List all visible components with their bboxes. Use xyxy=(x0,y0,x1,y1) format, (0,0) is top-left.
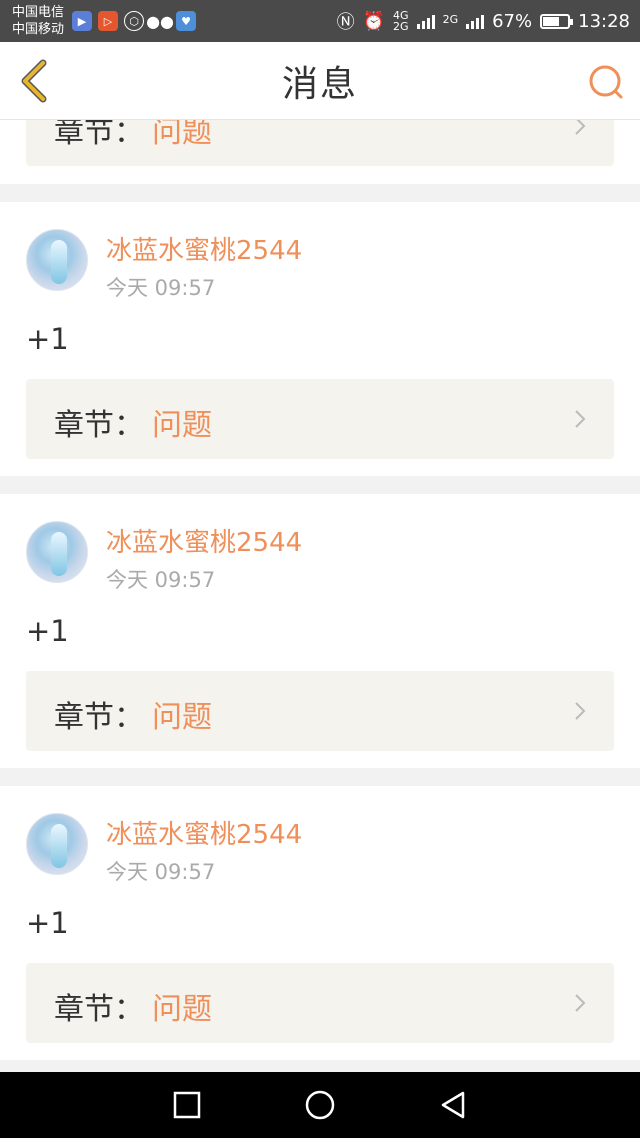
timestamp: 今天 09:57 xyxy=(106,568,216,592)
comment-text: +1 xyxy=(26,614,69,648)
battery-icon xyxy=(540,13,574,29)
search-button[interactable] xyxy=(586,62,626,102)
heart-app-icon: ♥ xyxy=(176,11,197,31)
battery-level xyxy=(543,16,560,26)
chapter-label: 章节： xyxy=(54,700,144,735)
carrier-1: 中国电信 xyxy=(12,5,65,20)
status-left: 中国电信 中国移动 ▶ ▷ ⬡ ●● ♥ xyxy=(12,4,197,38)
square-icon xyxy=(173,1091,200,1119)
chevron-left-icon xyxy=(21,59,47,103)
timestamp: 今天 09:57 xyxy=(106,276,216,300)
avatar[interactable] xyxy=(26,521,88,583)
alarm-icon: ⏰ xyxy=(362,10,386,32)
notification-icons: ▶ ▷ ⬡ ●● ♥ xyxy=(72,11,197,31)
recents-button[interactable] xyxy=(162,1080,212,1130)
message-card: 冰蓝水蜜桃2544 今天 09:57 +1 章节： 问题 xyxy=(0,202,640,476)
carrier-2: 中国移动 xyxy=(12,22,65,37)
chapter-link[interactable]: 章节： 问题 xyxy=(26,120,614,166)
signal-icon-2 xyxy=(466,13,485,29)
avatar[interactable] xyxy=(26,813,88,875)
settings-app-icon: ⬡ xyxy=(124,11,145,31)
chevron-right-icon xyxy=(575,702,586,720)
signal-icon xyxy=(416,13,435,29)
back-nav-button[interactable] xyxy=(428,1080,478,1130)
search-icon xyxy=(589,65,623,99)
play-app-icon: ▷ xyxy=(98,11,119,31)
video-app-icon: ▶ xyxy=(72,11,93,31)
avatar[interactable] xyxy=(26,229,88,291)
username[interactable]: 冰蓝水蜜桃2544 xyxy=(106,814,302,851)
wechat-icon: ●● xyxy=(146,11,174,31)
circle-icon xyxy=(305,1090,335,1120)
chapter-value: 问题 xyxy=(152,120,212,150)
username[interactable]: 冰蓝水蜜桃2544 xyxy=(106,230,302,267)
network-type: 4G 2G xyxy=(393,10,409,32)
chapter-value: 问题 xyxy=(152,992,212,1027)
page-title: 消息 xyxy=(281,63,358,105)
message-card: 冰蓝水蜜桃2544 今天 09:57 +1 章节： 问题 xyxy=(0,494,640,768)
chapter-link[interactable]: 章节： 问题 xyxy=(26,963,614,1043)
chapter-link[interactable]: 章节： 问题 xyxy=(26,671,614,751)
network-type-2: 2G xyxy=(393,20,409,33)
chevron-right-icon xyxy=(575,994,586,1012)
system-nav-bar xyxy=(0,1072,640,1138)
chapter-link[interactable]: 章节： 问题 xyxy=(26,379,614,459)
chapter-value: 问题 xyxy=(152,700,212,735)
app-header: 消息 xyxy=(0,42,640,120)
message-feed[interactable]: 章节： 问题 冰蓝水蜜桃2544 今天 09:57 +1 章节： 问题 冰蓝水蜜… xyxy=(0,120,640,1072)
chapter-label: 章节： xyxy=(54,120,144,150)
comment-text: +1 xyxy=(26,906,69,940)
timestamp: 今天 09:57 xyxy=(106,860,216,884)
home-button[interactable] xyxy=(295,1080,345,1130)
clock: 13:28 xyxy=(578,10,630,32)
chapter-label: 章节： xyxy=(54,408,144,443)
nfc-icon: Ⓝ xyxy=(336,12,355,33)
username[interactable]: 冰蓝水蜜桃2544 xyxy=(106,522,302,559)
triangle-back-icon xyxy=(442,1091,465,1119)
status-bar: 中国电信 中国移动 ▶ ▷ ⬡ ●● ♥ Ⓝ ⏰ 4G 2G 2G 67% 13… xyxy=(0,0,640,42)
status-right: Ⓝ ⏰ 4G 2G 2G 67% 13:28 xyxy=(337,8,630,34)
chevron-right-icon xyxy=(575,410,586,428)
network-type-3: 2G xyxy=(442,13,459,26)
chevron-right-icon xyxy=(575,120,586,135)
chapter-value: 问题 xyxy=(152,408,212,443)
message-card-partial: 章节： 问题 xyxy=(0,120,640,184)
battery-percent: 67% xyxy=(492,10,533,32)
comment-text: +1 xyxy=(26,322,69,356)
carrier-info: 中国电信 中国移动 xyxy=(12,4,64,38)
chapter-label: 章节： xyxy=(54,992,144,1027)
message-card: 冰蓝水蜜桃2544 今天 09:57 +1 章节： 问题 xyxy=(0,786,640,1060)
back-button[interactable] xyxy=(14,58,54,104)
